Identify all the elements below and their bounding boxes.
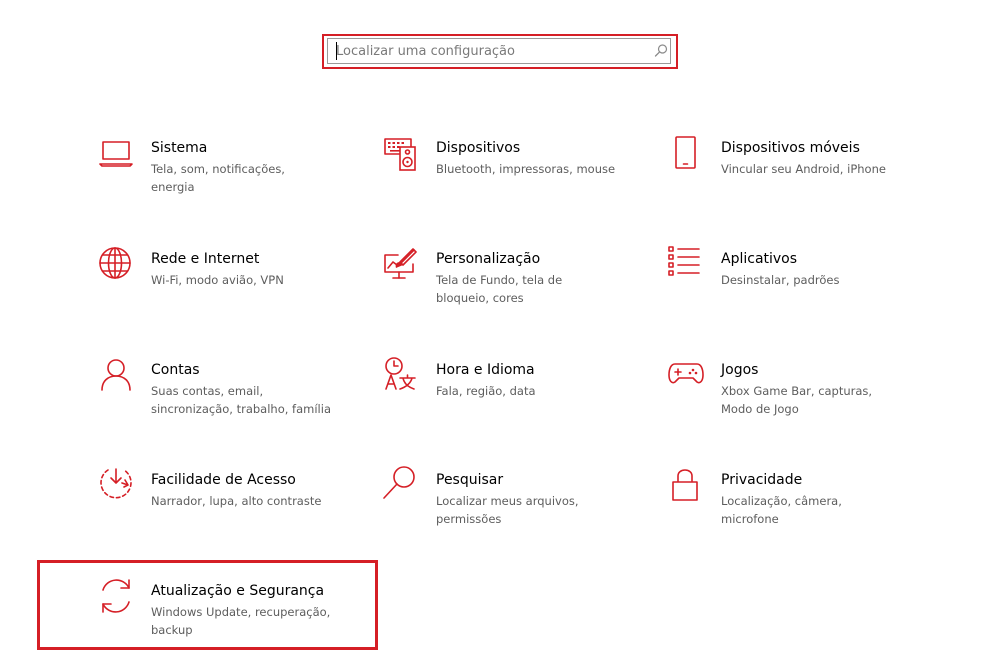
category-title: Privacidade <box>721 472 803 488</box>
category-title: Atualização e Segurança <box>151 583 325 599</box>
category-title: Jogos <box>721 362 759 378</box>
category-aplicativos[interactable]: Aplicativos Desinstalar, padrões <box>668 246 939 340</box>
category-description: Wi-Fi, modo avião, VPN <box>151 273 284 287</box>
category-privacidade[interactable]: Privacidade Localização, câmera, microfo… <box>669 469 939 561</box>
category-title: Personalização <box>436 251 541 267</box>
category-contas[interactable]: Contas Suas contas, email, sincronização… <box>99 359 369 451</box>
sync-arrows-icon <box>99 579 135 618</box>
category-description: Fala, região, data <box>436 384 536 398</box>
category-title: Dispositivos <box>436 140 521 156</box>
category-atualizacao-e-seguranca[interactable]: Atualização e Segurança Windows Update, … <box>99 579 369 658</box>
category-description: Vincular seu Android, iPhone <box>721 162 886 176</box>
category-description: Xbox Game Bar, capturas, Modo de Jogo <box>721 384 873 416</box>
apps-list-icon <box>668 246 705 286</box>
category-description: Tela, som, notificações, energia <box>151 162 285 194</box>
person-icon <box>99 359 135 397</box>
category-sistema[interactable]: Sistema Tela, som, notificações, energia <box>99 139 369 229</box>
category-personalizacao[interactable]: Personalização Tela de Fundo, tela de bl… <box>384 248 654 340</box>
category-title: Dispositivos móveis <box>721 140 860 156</box>
category-description: Localizar meus arquivos, permissões <box>436 494 579 526</box>
category-description: Bluetooth, impressoras, mouse <box>436 162 616 176</box>
category-description: Desinstalar, padrões <box>721 273 840 287</box>
text-caret <box>336 42 337 60</box>
category-facilidade-de-acesso[interactable]: Facilidade de Acesso Narrador, lupa, alt… <box>99 468 369 561</box>
phone-icon <box>669 136 705 175</box>
laptop-icon <box>99 139 135 175</box>
category-description: Narrador, lupa, alto contraste <box>151 494 322 508</box>
category-title: Hora e Idioma <box>436 362 535 378</box>
category-rede-e-internet[interactable]: Rede e Internet Wi-Fi, modo avião, VPN <box>99 247 369 340</box>
category-description: Suas contas, email, sincronização, traba… <box>151 384 331 416</box>
keyboard-speaker-icon <box>384 138 420 175</box>
category-description: Tela de Fundo, tela de bloqueio, cores <box>436 273 563 305</box>
search-icon[interactable] <box>653 43 669 59</box>
category-title: Pesquisar <box>436 472 504 488</box>
paint-brush-icon <box>384 248 420 286</box>
category-title: Aplicativos <box>721 251 798 267</box>
category-jogos[interactable]: Jogos Xbox Game Bar, capturas, Modo de J… <box>668 361 939 451</box>
category-title: Sistema <box>151 140 208 156</box>
settings-home: Sistema Tela, som, notificações, energia <box>0 0 1000 658</box>
category-pesquisar[interactable]: Pesquisar Localizar meus arquivos, permi… <box>383 466 654 561</box>
category-description: Localização, câmera, microfone <box>721 494 842 526</box>
search-input[interactable] <box>330 40 654 62</box>
category-title: Facilidade de Acesso <box>151 472 296 488</box>
category-hora-e-idioma[interactable]: Hora e Idioma Fala, região, data <box>384 357 654 451</box>
globe-icon <box>99 247 135 286</box>
lock-icon <box>669 469 705 507</box>
category-title: Rede e Internet <box>151 251 260 267</box>
category-description: Windows Update, recuperação, backup <box>151 605 331 637</box>
time-language-icon <box>384 357 420 397</box>
category-dispositivos[interactable]: Dispositivos Bluetooth, impressoras, mou… <box>384 138 654 229</box>
category-dispositivos-moveis[interactable]: Dispositivos móveis Vincular seu Android… <box>669 136 939 229</box>
ease-of-access-icon <box>99 468 135 507</box>
magnifier-icon <box>383 466 420 507</box>
category-title: Contas <box>151 362 200 378</box>
gamepad-icon <box>668 361 705 397</box>
